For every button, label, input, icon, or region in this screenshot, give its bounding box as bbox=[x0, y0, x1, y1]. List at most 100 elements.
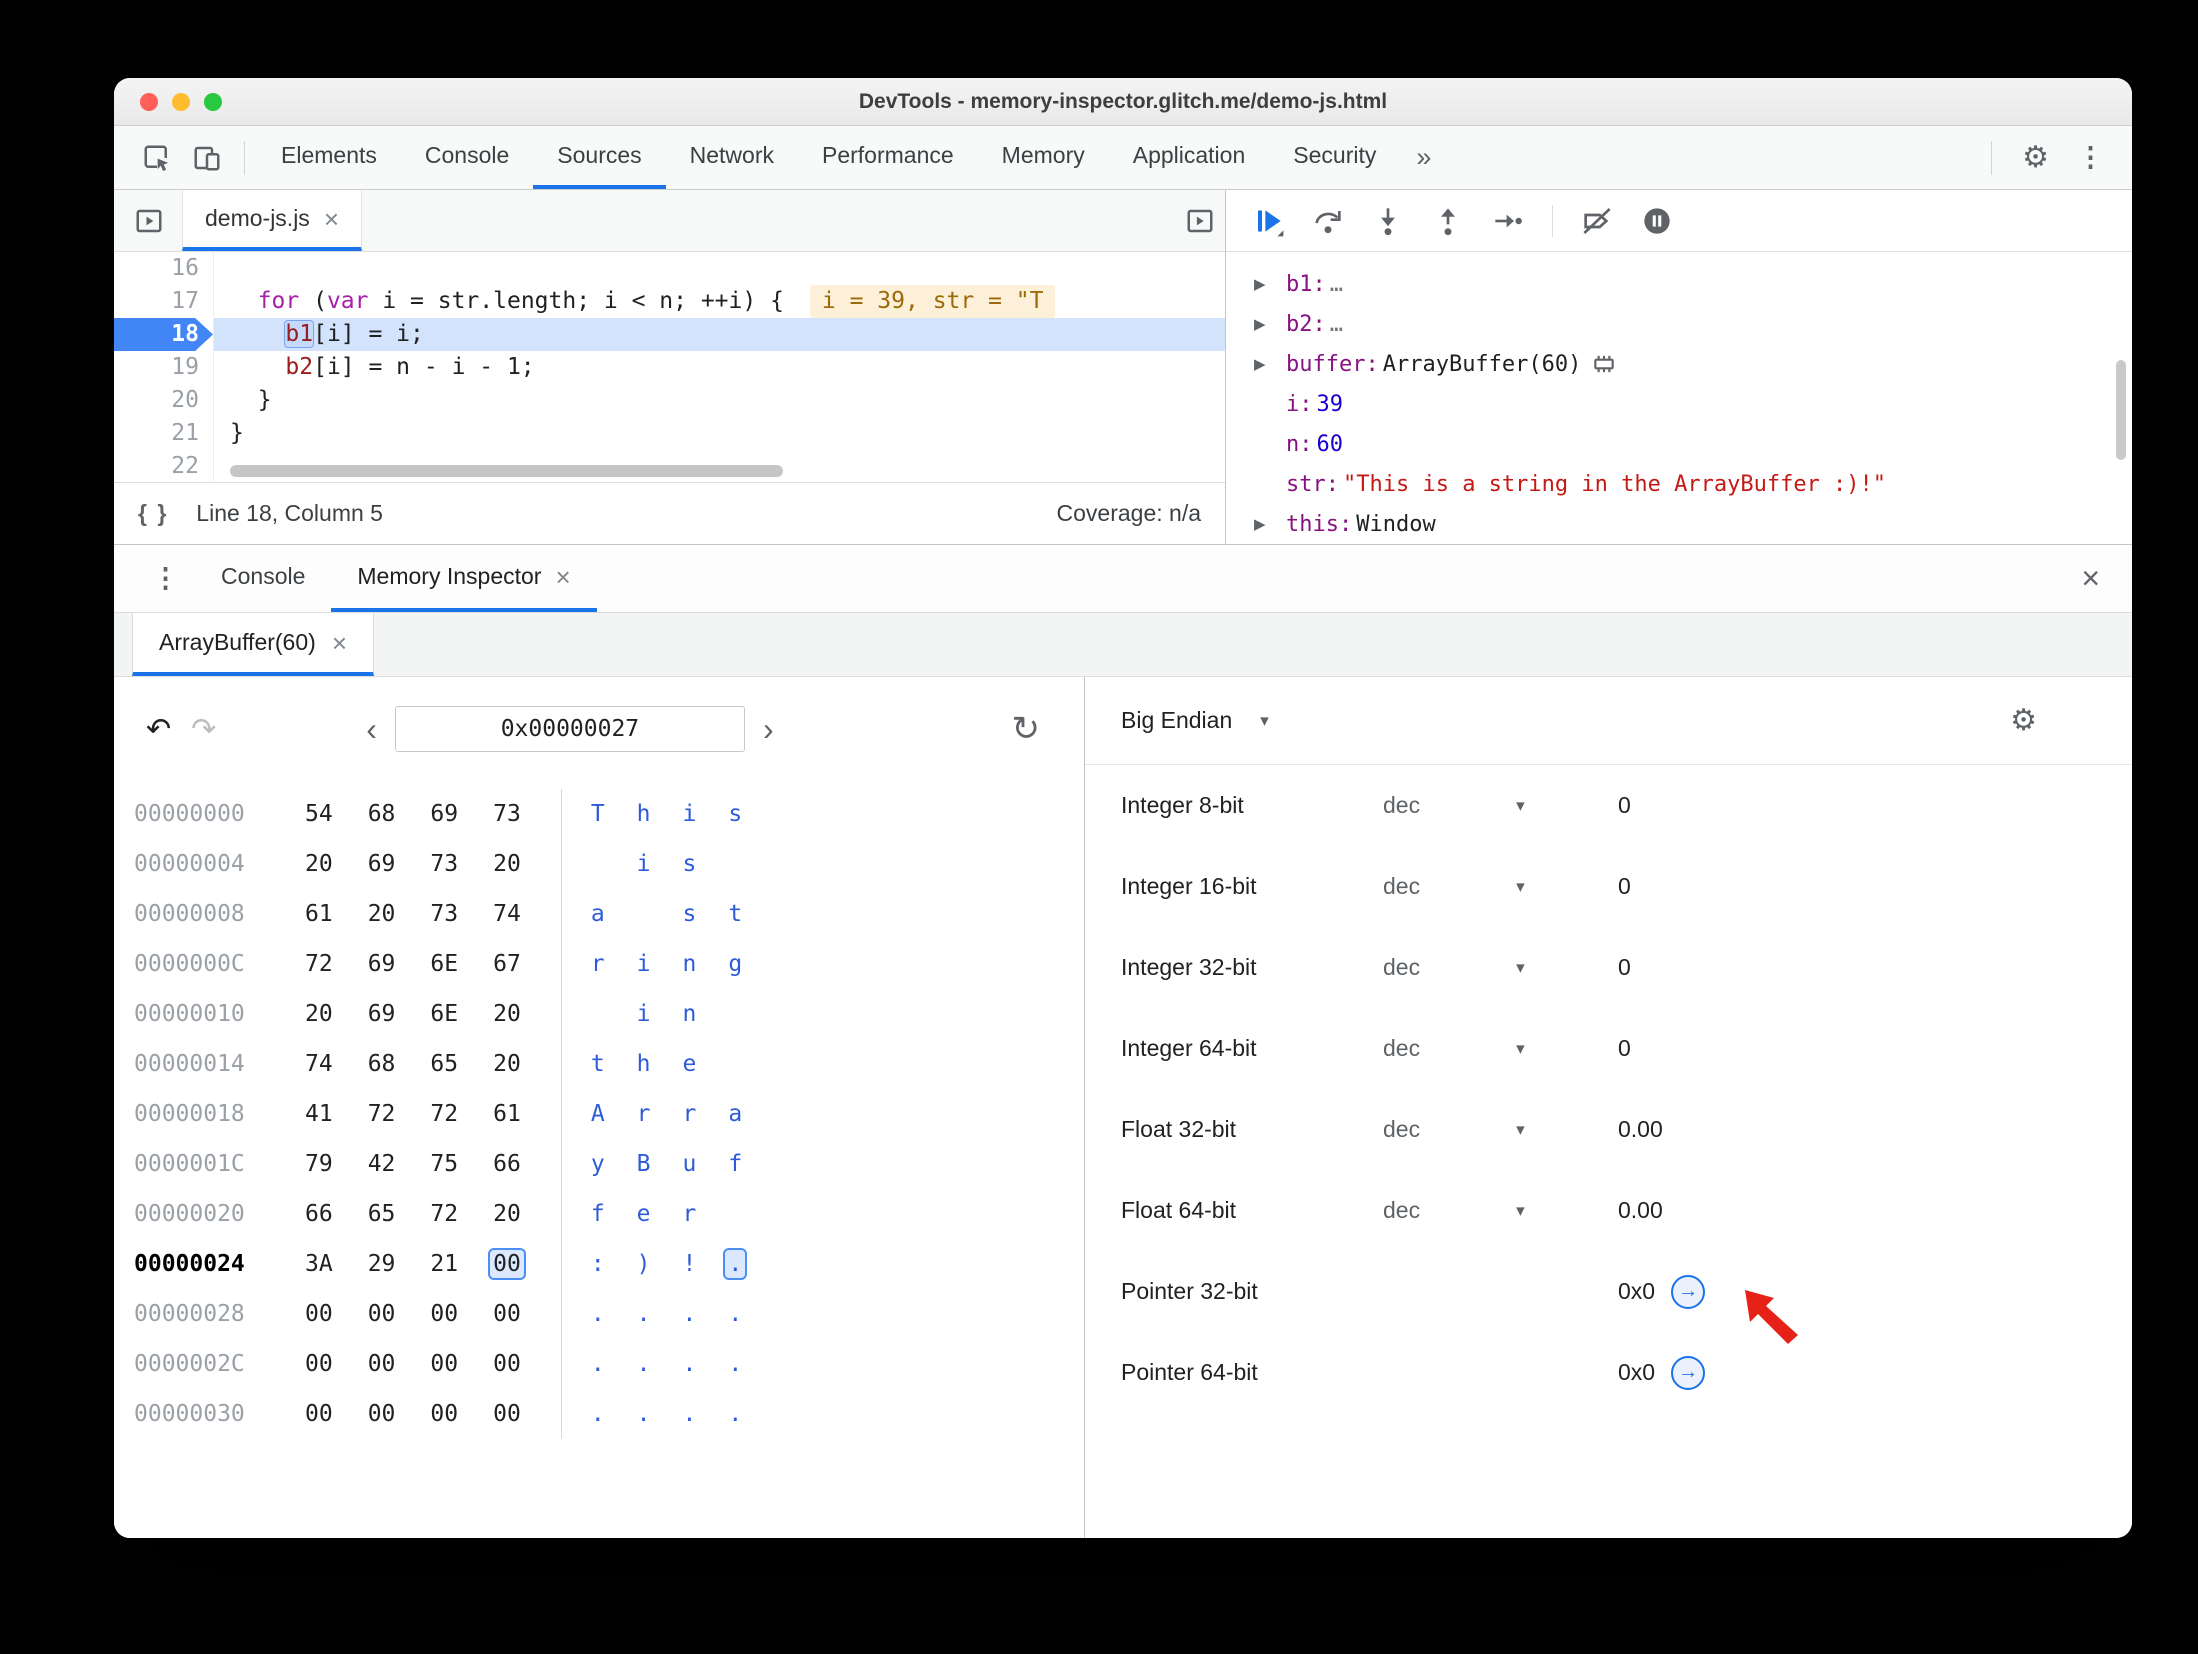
close-icon[interactable]: × bbox=[332, 630, 347, 656]
ascii-char[interactable]: . bbox=[723, 1248, 748, 1280]
ascii-char[interactable] bbox=[725, 1200, 745, 1228]
jump-to-pointer-icon[interactable]: → bbox=[1671, 1274, 1706, 1309]
ascii-char[interactable]: ) bbox=[634, 1250, 654, 1278]
memory-byte[interactable]: 69 bbox=[365, 950, 399, 978]
tab-network[interactable]: Network bbox=[666, 126, 798, 189]
ascii-char[interactable] bbox=[588, 850, 608, 878]
memory-byte[interactable]: 66 bbox=[490, 1150, 524, 1178]
scope-item[interactable]: ▶ buffer: ArrayBuffer(60) bbox=[1226, 344, 2132, 384]
jump-to-pointer-icon[interactable]: → bbox=[1671, 1355, 1706, 1390]
ascii-char[interactable]: r bbox=[588, 950, 608, 978]
chevron-right-icon[interactable]: › bbox=[763, 711, 774, 748]
ascii-char[interactable] bbox=[588, 1000, 608, 1028]
scope-item[interactable]: ▶ b2: … bbox=[1226, 304, 2132, 344]
memory-byte[interactable]: 20 bbox=[490, 1050, 524, 1078]
ascii-char[interactable]: i bbox=[634, 850, 654, 878]
ascii-char[interactable]: i bbox=[634, 950, 654, 978]
code-editor[interactable]: 16 17 18 19 20 21 22 for (var i = str.length; … bbox=[114, 252, 1225, 482]
memory-byte[interactable]: 42 bbox=[365, 1150, 399, 1178]
memory-address-input[interactable] bbox=[394, 706, 745, 752]
memory-byte[interactable]: 6E bbox=[427, 1000, 461, 1028]
scope-item[interactable]: .n: 60 bbox=[1226, 424, 2132, 464]
ascii-char[interactable]: n bbox=[680, 1000, 700, 1028]
memory-byte[interactable]: 00 bbox=[490, 1300, 524, 1328]
ascii-char[interactable]: a bbox=[588, 900, 608, 928]
format-icon[interactable]: { } bbox=[138, 500, 168, 527]
drawer-close-icon[interactable]: × bbox=[2071, 560, 2110, 597]
ascii-char[interactable]: . bbox=[588, 1300, 608, 1328]
step-into-button[interactable] bbox=[1372, 205, 1404, 237]
scope-item[interactable]: ▶ b1: … bbox=[1226, 264, 2132, 304]
memory-byte[interactable]: 20 bbox=[490, 1200, 524, 1228]
ascii-char[interactable]: T bbox=[588, 800, 608, 828]
tab-memory[interactable]: Memory bbox=[978, 126, 1109, 189]
line-number[interactable]: 19 bbox=[114, 351, 213, 384]
ascii-char[interactable]: g bbox=[725, 950, 745, 978]
memory-byte[interactable]: 69 bbox=[427, 800, 461, 828]
memory-byte[interactable]: 65 bbox=[365, 1200, 399, 1228]
memory-byte[interactable]: 20 bbox=[490, 1000, 524, 1028]
memory-byte[interactable]: 21 bbox=[427, 1250, 461, 1278]
refresh-icon[interactable]: ↻ bbox=[1012, 709, 1041, 749]
memory-byte[interactable]: 79 bbox=[302, 1150, 336, 1178]
memory-byte[interactable]: 54 bbox=[302, 800, 336, 828]
ascii-char[interactable]: e bbox=[634, 1200, 654, 1228]
ascii-char[interactable]: r bbox=[680, 1200, 700, 1228]
memory-byte[interactable]: 00 bbox=[365, 1400, 399, 1428]
memory-byte[interactable]: 66 bbox=[302, 1200, 336, 1228]
memory-byte[interactable]: 00 bbox=[365, 1350, 399, 1378]
memory-byte[interactable]: 00 bbox=[427, 1400, 461, 1428]
memory-byte[interactable]: 69 bbox=[365, 850, 399, 878]
ascii-char[interactable]: t bbox=[725, 900, 745, 928]
memory-byte[interactable]: 73 bbox=[427, 850, 461, 878]
memory-byte[interactable]: 72 bbox=[427, 1200, 461, 1228]
minimize-window-button[interactable] bbox=[172, 93, 190, 111]
memory-byte[interactable]: 68 bbox=[365, 800, 399, 828]
ascii-char[interactable]: r bbox=[680, 1100, 700, 1128]
memory-byte[interactable]: 72 bbox=[302, 950, 336, 978]
pause-on-exceptions-button[interactable] bbox=[1641, 205, 1673, 237]
ascii-char[interactable]: ! bbox=[680, 1250, 700, 1278]
value-mode-select[interactable]: dec ▾ bbox=[1383, 1197, 1618, 1224]
line-number[interactable]: 21 bbox=[114, 417, 213, 450]
memory-byte[interactable]: 72 bbox=[427, 1100, 461, 1128]
memory-byte[interactable]: 75 bbox=[427, 1150, 461, 1178]
tab-performance[interactable]: Performance bbox=[798, 126, 978, 189]
memory-byte[interactable]: 00 bbox=[427, 1300, 461, 1328]
value-mode-select[interactable]: dec ▾ bbox=[1383, 792, 1618, 819]
memory-byte[interactable]: 00 bbox=[427, 1350, 461, 1378]
ascii-char[interactable]: . bbox=[680, 1350, 700, 1378]
line-number[interactable]: 18 bbox=[114, 318, 213, 351]
line-number[interactable]: 22 bbox=[114, 450, 213, 482]
ascii-char[interactable]: h bbox=[634, 800, 654, 828]
resume-button[interactable] bbox=[1252, 205, 1284, 237]
memory-byte[interactable]: 73 bbox=[427, 900, 461, 928]
ascii-char[interactable] bbox=[634, 900, 654, 928]
scope-item[interactable]: ▶ this: Window bbox=[1226, 504, 2132, 544]
ascii-char[interactable] bbox=[725, 1000, 745, 1028]
endianness-select[interactable]: Big Endian ▾ bbox=[1121, 707, 1269, 734]
ascii-char[interactable]: i bbox=[680, 800, 700, 828]
ascii-char[interactable]: . bbox=[588, 1400, 608, 1428]
disclosure-triangle-icon[interactable]: ▶ bbox=[1254, 315, 1286, 333]
ascii-char[interactable]: . bbox=[634, 1300, 654, 1328]
file-tab-demo-js[interactable]: demo-js.js × bbox=[182, 190, 362, 251]
tab-sources[interactable]: Sources bbox=[533, 126, 666, 189]
editor-overflow-icon[interactable] bbox=[1175, 206, 1225, 236]
ascii-char[interactable]: f bbox=[588, 1200, 608, 1228]
ascii-char[interactable]: u bbox=[680, 1150, 700, 1178]
ascii-char[interactable]: . bbox=[634, 1400, 654, 1428]
memory-byte[interactable]: 20 bbox=[365, 900, 399, 928]
memory-byte[interactable]: 69 bbox=[365, 1000, 399, 1028]
memory-byte[interactable]: 74 bbox=[490, 900, 524, 928]
memory-byte[interactable]: 00 bbox=[302, 1300, 336, 1328]
deactivate-breakpoints-button[interactable] bbox=[1581, 205, 1613, 237]
horizontal-scrollbar[interactable] bbox=[230, 465, 783, 477]
close-window-button[interactable] bbox=[140, 93, 158, 111]
memory-byte[interactable]: 20 bbox=[302, 1000, 336, 1028]
memory-byte[interactable]: 65 bbox=[427, 1050, 461, 1078]
close-icon[interactable]: × bbox=[324, 206, 339, 232]
value-mode-select[interactable]: dec ▾ bbox=[1383, 1116, 1618, 1143]
memory-byte[interactable]: 73 bbox=[490, 800, 524, 828]
scope-item[interactable]: .str: "This is a string in the ArrayBuff… bbox=[1226, 464, 2132, 504]
